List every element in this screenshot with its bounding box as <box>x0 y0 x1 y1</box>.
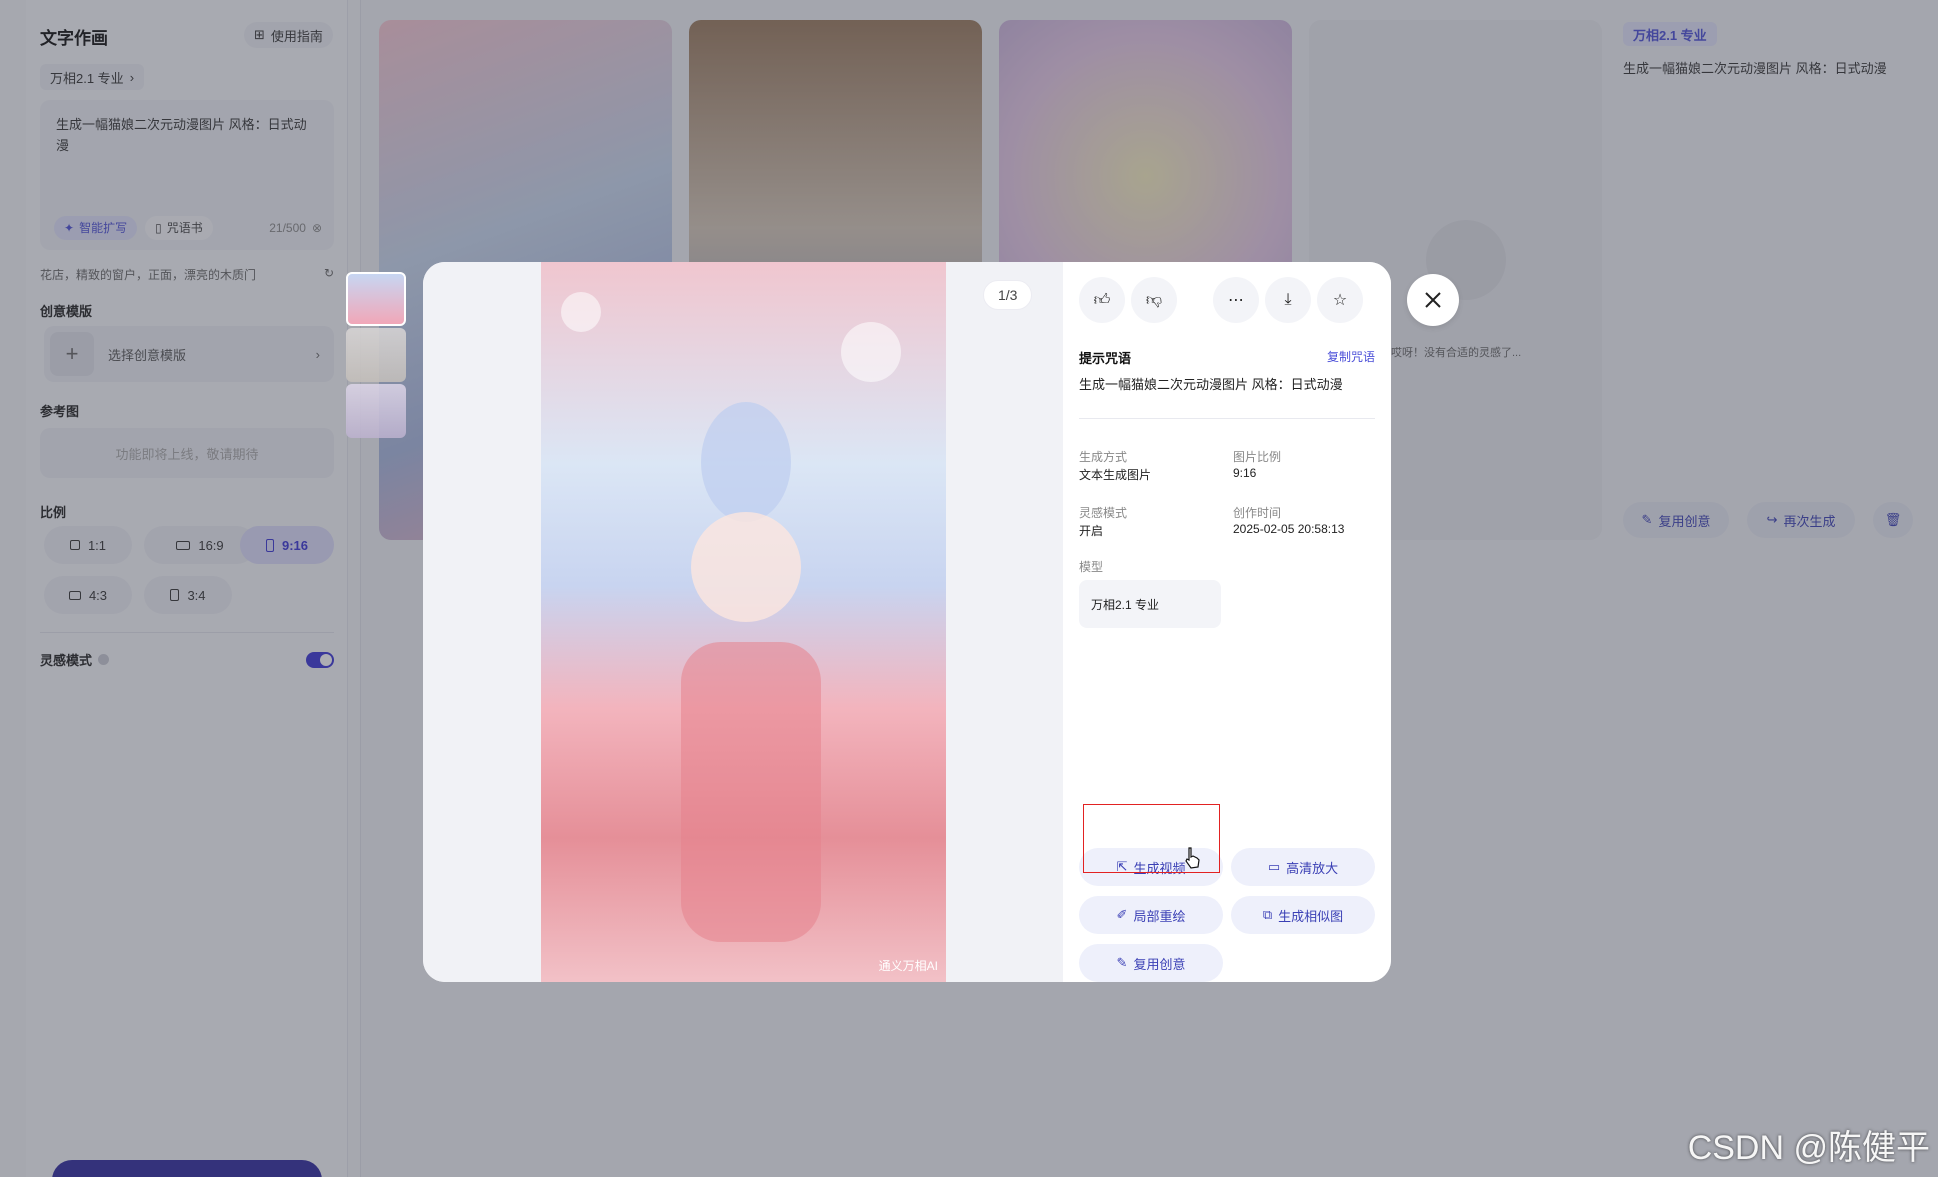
inpaint-label: 局部重绘 <box>1133 908 1186 924</box>
thumbnail-1[interactable] <box>346 272 406 326</box>
dislike-button[interactable]: 👎︎ <box>1131 277 1177 323</box>
star-icon: ☆ <box>1332 292 1348 309</box>
petal-decoration <box>681 642 821 942</box>
favorite-button[interactable]: ☆ <box>1317 277 1363 323</box>
more-button[interactable]: ⋯ <box>1213 277 1259 323</box>
hd-upscale-label: 高清放大 <box>1286 860 1339 876</box>
inpaint-button[interactable]: ✐ 局部重绘 <box>1079 896 1223 934</box>
footer-watermark: CSDN @陈健平 <box>1687 1129 1930 1167</box>
thumbs-down-icon: 👎︎ <box>1145 291 1163 309</box>
gen-method-label: 生成方式 <box>1079 450 1128 464</box>
reuse-idea-label: 复用创意 <box>1133 956 1186 972</box>
created-value: 2025-02-05 20:58:13 <box>1233 522 1345 536</box>
similar-image-label: 生成相似图 <box>1278 908 1344 924</box>
brush-icon: ✐ <box>1116 907 1128 922</box>
petal-decoration <box>841 322 901 382</box>
detail-panel: 👍︎ 👎︎ ⋯ ⤓ ☆ 提示咒语 复制咒语 生成一幅猫娘二次元动漫图片 风格：日… <box>1063 262 1391 982</box>
reuse-idea-button[interactable]: ✎ 复用创意 <box>1079 944 1223 982</box>
prompt-heading: 提示咒语 <box>1079 351 1132 366</box>
app-root: 文字作画 ⊞ 使用指南 万相2.1 专业 › 生成一幅猫娘二次元动漫图片 风格：… <box>0 0 1938 1177</box>
download-icon: ⤓ <box>1284 291 1292 308</box>
hd-icon: ▭ <box>1267 859 1281 874</box>
thumbnail-3[interactable] <box>346 384 406 438</box>
petal-decoration <box>561 292 601 332</box>
download-button[interactable]: ⤓ <box>1265 277 1311 323</box>
preview-image: 通义万相AI <box>541 262 946 982</box>
hd-upscale-button[interactable]: ▭ 高清放大 <box>1231 848 1375 886</box>
pencil-icon: ✎ <box>1116 955 1128 970</box>
gen-method-value: 文本生成图片 <box>1079 468 1152 482</box>
model-label: 模型 <box>1079 560 1104 574</box>
created-label: 创作时间 <box>1233 506 1282 520</box>
copy-icon: ⧉ <box>1262 907 1273 922</box>
image-watermark: 通义万相AI <box>878 959 938 973</box>
petal-decoration <box>691 512 801 622</box>
page-indicator: 1/3 <box>983 280 1033 310</box>
divider <box>1079 418 1375 419</box>
hand-cursor-icon <box>1185 847 1200 869</box>
model-card: 万相2.1 专业 <box>1079 580 1221 628</box>
thumbs-up-icon: 👍︎ <box>1093 291 1111 309</box>
inspire-label: 灵感模式 <box>1079 506 1128 520</box>
inspire-value: 开启 <box>1079 524 1104 538</box>
similar-image-button[interactable]: ⧉ 生成相似图 <box>1231 896 1375 934</box>
thumbnail-strip <box>346 272 408 438</box>
close-button[interactable] <box>1407 274 1459 326</box>
model-value: 万相2.1 专业 <box>1091 597 1160 612</box>
thumbnail-2[interactable] <box>346 328 406 382</box>
more-icon: ⋯ <box>1228 292 1244 309</box>
like-button[interactable]: 👍︎ <box>1079 277 1125 323</box>
petal-decoration <box>701 402 791 522</box>
close-icon <box>1425 292 1441 308</box>
image-viewer-modal: 通义万相AI 1/3 👍︎ 👎︎ ⋯ ⤓ ☆ 提示咒语 复制咒语 生成一幅猫娘二… <box>423 262 1391 982</box>
ratio-value: 9:16 <box>1233 466 1257 480</box>
prompt-text: 生成一幅猫娘二次元动漫图片 风格：日式动漫 <box>1079 377 1343 392</box>
copy-prompt-link[interactable]: 复制咒语 <box>1327 348 1375 365</box>
ratio-label: 图片比例 <box>1233 450 1282 464</box>
image-area: 通义万相AI 1/3 <box>423 262 1063 982</box>
